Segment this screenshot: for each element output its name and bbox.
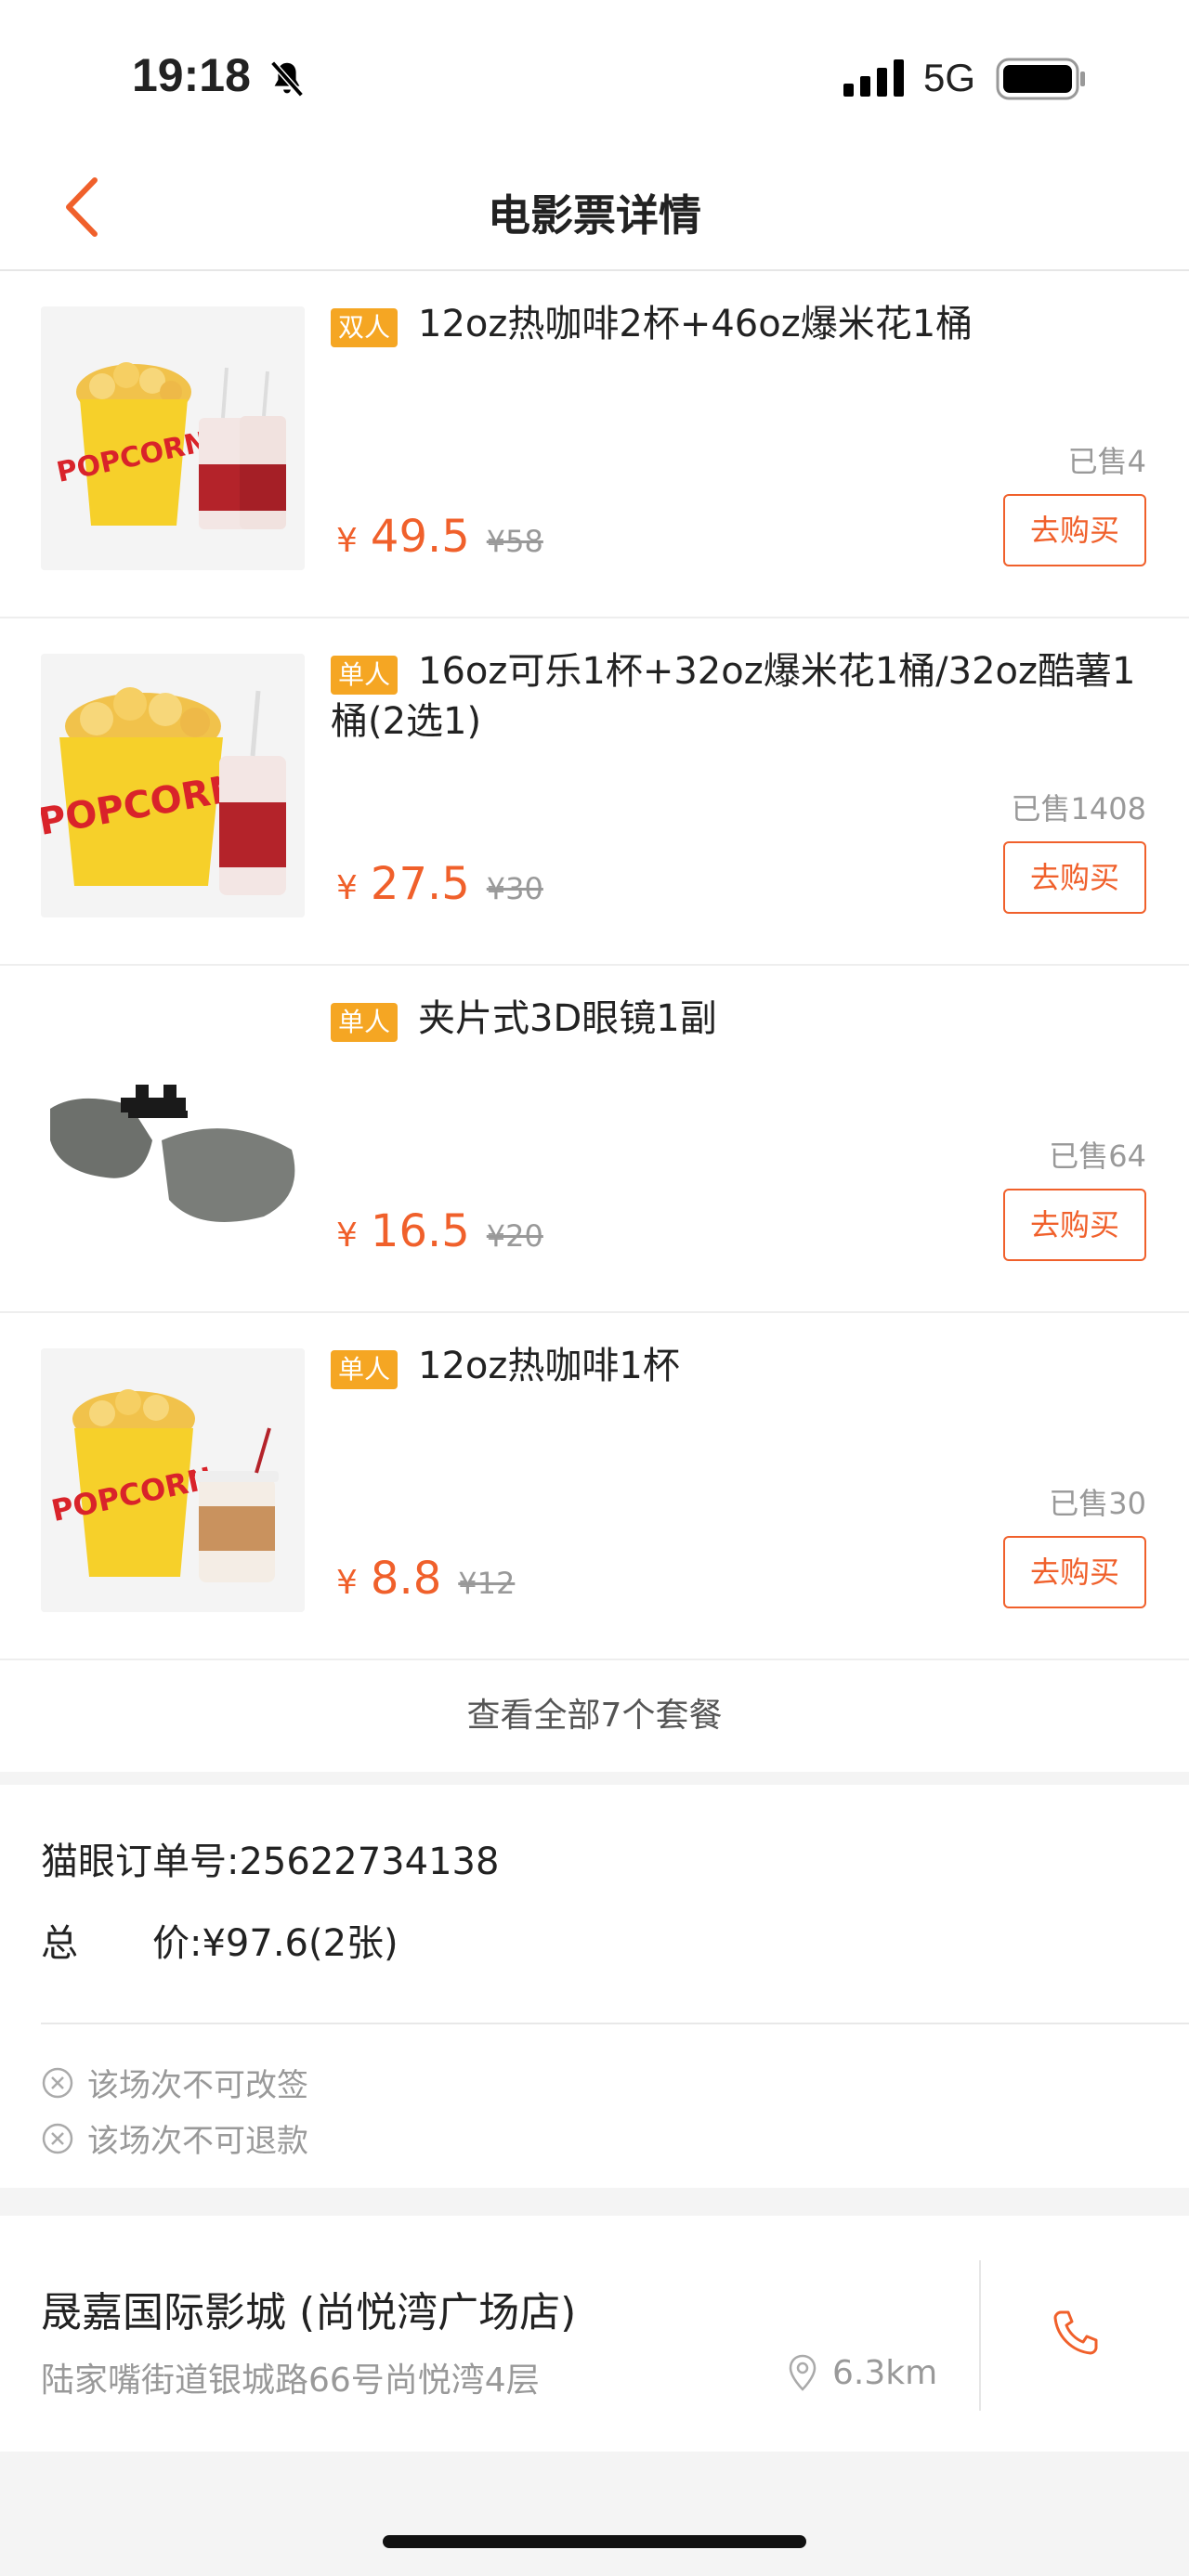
order-number-row: 猫眼订单号:25622734138 [41, 1831, 499, 1885]
cinema-name: 晟嘉国际影城 (尚悦湾广场店) [41, 2289, 577, 2336]
snack-item[interactable]: POPCORN 双人 12oz热咖啡2杯+46oz爆米花1桶 已售4 ¥49.5… [0, 271, 1189, 618]
snack-name: 16oz可乐1杯+32oz爆米花1桶/32oz酷薯1桶(2选1) [331, 650, 1136, 743]
note-text: 该场次不可退款 [87, 2123, 308, 2160]
snack-list: POPCORN 双人 12oz热咖啡2杯+46oz爆米花1桶 已售4 ¥49.5… [0, 271, 1189, 1772]
original-price: ¥12 [458, 1566, 516, 1601]
price-value: 16.5 [370, 1205, 470, 1257]
sold-count: 已售30 [1049, 1486, 1146, 1521]
buy-button[interactable]: 去购买 [1003, 1536, 1146, 1608]
page-title: 电影票详情 [488, 190, 701, 241]
buy-button[interactable]: 去购买 [1003, 494, 1146, 566]
original-price: ¥30 [486, 871, 543, 906]
cinema-card[interactable]: 晟嘉国际影城 (尚悦湾广场店) 陆家嘴街道银城路66号尚悦湾4层 6.3km [0, 2216, 1189, 2452]
currency-symbol: ¥ [336, 522, 358, 560]
price-value: 8.8 [370, 1553, 442, 1605]
battery-icon [996, 58, 1087, 104]
order-info: 猫眼订单号:25622734138 总 价:¥97.6(2张) 该场次不可改签 … [0, 1785, 1189, 2188]
original-price: ¥20 [486, 1218, 543, 1254]
status-bar: 19:18 5G [0, 0, 1189, 149]
snack-item[interactable]: 单人 夹片式3D眼镜1副 已售64 ¥16.5 ¥20 去购买 [0, 966, 1189, 1313]
price-value: 27.5 [370, 858, 470, 910]
distance-value: 6.3km [832, 2353, 938, 2392]
snack-item[interactable]: POPCORN 单人 12oz热咖啡1杯 已售30 ¥8.8 ¥12 去购买 [0, 1313, 1189, 1660]
currency-symbol: ¥ [336, 869, 358, 907]
snack-name: 12oz热咖啡1杯 [418, 1345, 680, 1387]
original-price: ¥58 [486, 524, 543, 559]
buy-button[interactable]: 去购买 [1003, 841, 1146, 914]
network-type: 5G [923, 56, 976, 99]
snack-price: ¥8.8 ¥12 [336, 1553, 515, 1605]
snack-price: ¥16.5 ¥20 [336, 1205, 543, 1257]
total-price-label: 总 价: [41, 1922, 203, 1965]
snack-image-popcorn-two-cups: POPCORN [41, 306, 305, 570]
snack-image-popcorn-cola: POPCORN [41, 654, 305, 917]
total-price: ¥97.6(2张) [202, 1922, 399, 1965]
currency-symbol: ¥ [336, 1216, 358, 1255]
close-circle-icon [42, 2123, 73, 2153]
status-time: 19:18 [132, 49, 251, 101]
cinema-distance: 6.3km [786, 2353, 937, 2392]
no-refund-note: 该场次不可退款 [41, 2115, 308, 2161]
snack-image-popcorn-coffee: POPCORN [41, 1348, 305, 1612]
note-text: 该场次不可改签 [87, 2067, 308, 2104]
buy-button[interactable]: 去购买 [1003, 1189, 1146, 1261]
close-circle-icon [42, 2067, 73, 2098]
location-pin-icon [789, 2354, 817, 2391]
snack-price: ¥49.5 ¥58 [336, 511, 543, 563]
snack-item[interactable]: POPCORN 单人 16oz可乐1杯+32oz爆米花1桶/32oz酷薯1桶(2… [0, 618, 1189, 966]
snack-image-3d-glasses [41, 1001, 305, 1265]
view-all-packages-link[interactable]: 查看全部7个套餐 [0, 1660, 1189, 1772]
divider [979, 2260, 981, 2411]
price-value: 49.5 [370, 511, 470, 563]
nav-bar: 电影票详情 [0, 149, 1189, 271]
snack-name: 夹片式3D眼镜1副 [418, 997, 717, 1040]
order-number: 25622734138 [239, 1841, 500, 1883]
no-reschedule-note: 该场次不可改签 [41, 2060, 308, 2105]
snack-price: ¥27.5 ¥30 [336, 858, 543, 910]
sold-count: 已售4 [1067, 444, 1146, 479]
sold-count: 已售1408 [1011, 791, 1146, 826]
total-price-row: 总 价:¥97.6(2张) [41, 1913, 399, 1967]
snack-name: 12oz热咖啡2杯+46oz爆米花1桶 [418, 303, 973, 345]
divider [41, 2023, 1189, 2024]
cellular-signal-icon [843, 59, 907, 100]
phone-icon[interactable] [1050, 2307, 1102, 2362]
home-indicator [383, 2535, 806, 2548]
order-number-label: 猫眼订单号: [41, 1841, 240, 1883]
silent-mode-icon [266, 58, 308, 104]
sold-count: 已售64 [1049, 1138, 1146, 1174]
cinema-address: 陆家嘴街道银城路66号尚悦湾4层 [41, 2361, 540, 2400]
currency-symbol: ¥ [336, 1564, 358, 1602]
